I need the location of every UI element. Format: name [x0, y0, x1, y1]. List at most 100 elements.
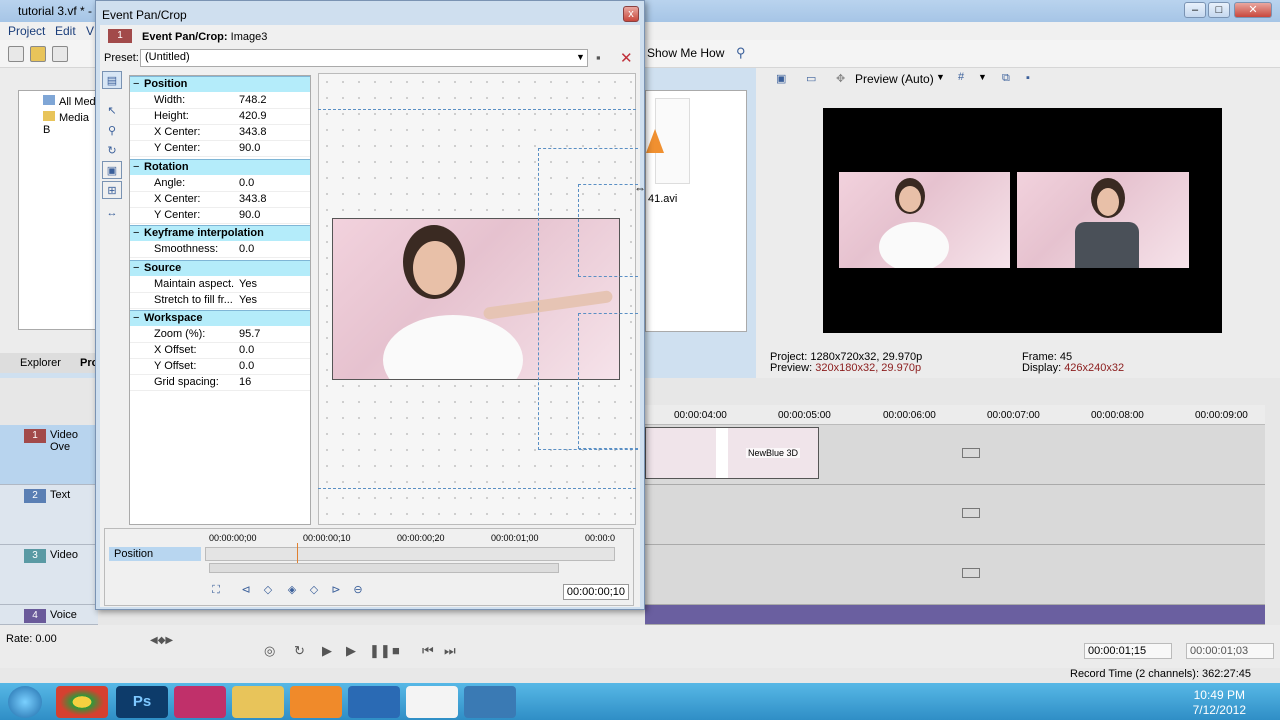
go-to-end-icon[interactable]: ⏭ — [444, 643, 456, 659]
new-icon[interactable] — [8, 46, 24, 62]
record-icon[interactable]: ◎ — [264, 643, 275, 659]
track-lane-2[interactable] — [645, 485, 1265, 545]
play-icon[interactable]: ▶ — [346, 643, 356, 659]
timeline-ruler[interactable] — [645, 405, 1265, 425]
lock-envelopes-icon[interactable]: ⛶ — [209, 583, 223, 597]
explorer-folder-icon[interactable] — [232, 686, 284, 718]
section-keyframe-interpolation[interactable]: Keyframe interpolation — [130, 225, 310, 241]
normal-edit-tool-icon[interactable]: ↖ — [102, 101, 122, 119]
track-header-text[interactable]: 2 Text — [0, 485, 98, 545]
menu-edit[interactable]: Edit — [55, 24, 76, 38]
save-icon[interactable] — [52, 46, 68, 62]
delete-preset-icon[interactable]: ✕ — [620, 49, 633, 67]
tree-item-media-bins[interactable]: Media B — [43, 111, 99, 136]
crop-box-lower[interactable] — [578, 313, 638, 449]
itunes-icon[interactable] — [348, 686, 400, 718]
document-icon[interactable] — [406, 686, 458, 718]
chevron-down-icon[interactable]: ▼ — [936, 72, 945, 82]
media-thumbnail[interactable] — [646, 98, 690, 184]
prop-maintain-aspect[interactable]: Maintain aspect... Yes — [130, 277, 310, 293]
preview-quality-dropdown[interactable]: Preview (Auto) — [855, 72, 934, 86]
maximize-button[interactable]: □ — [1208, 2, 1230, 18]
time-length-field[interactable]: 00:00:01;03 — [1186, 643, 1274, 659]
play-from-start-icon[interactable]: ▶ — [322, 643, 332, 659]
track-lane-voice[interactable] — [645, 605, 1265, 625]
copy-snapshot-icon[interactable]: ⧉ — [1002, 72, 1010, 85]
open-icon[interactable] — [30, 46, 46, 62]
kf-scrollbar[interactable] — [209, 563, 559, 573]
taskbar-clock[interactable]: 10:49 PM 7/12/2012 — [1193, 688, 1246, 718]
menu-project[interactable]: Project — [8, 24, 45, 38]
track-fx-icon[interactable] — [962, 508, 980, 518]
snap-to-grid-icon[interactable]: ▣ — [102, 161, 122, 179]
create-keyframe-icon[interactable]: ◈ — [285, 583, 299, 597]
prop-x-center[interactable]: X Center: 343.8 — [130, 125, 310, 141]
keyframe-lane[interactable] — [205, 547, 615, 561]
track-header-voice[interactable]: 4 Voice — [0, 605, 98, 625]
enable-rotation-icon[interactable]: ↻ — [102, 141, 122, 159]
section-position[interactable]: Position — [130, 76, 310, 92]
zoom-tool-icon[interactable]: ⚲ — [102, 121, 122, 139]
prop-stretch-to-fill[interactable]: Stretch to fill fr... Yes — [130, 293, 310, 309]
prev-keyframe-icon[interactable]: ◇ — [261, 583, 275, 597]
external-monitor-icon[interactable]: ▭ — [806, 72, 816, 85]
prop-zoom[interactable]: Zoom (%): 95.7 — [130, 327, 310, 343]
prop-y-center[interactable]: Y Center: 90.0 — [130, 141, 310, 157]
chevron-down-icon[interactable]: ▼ — [576, 52, 585, 62]
prop-angle[interactable]: Angle: 0.0 — [130, 176, 310, 192]
save-snapshot-icon[interactable]: ▪ — [1026, 72, 1030, 84]
save-preset-icon[interactable]: ▪ — [596, 50, 601, 65]
help-pointer-icon[interactable]: ⚲ — [736, 45, 746, 61]
overlays-grid-icon[interactable]: # — [958, 71, 964, 83]
chrome-icon[interactable] — [56, 686, 108, 718]
preset-dropdown[interactable]: (Untitled) — [140, 49, 588, 67]
keyframe-track-label[interactable]: Position — [109, 547, 201, 561]
stop-icon[interactable]: ■ — [392, 643, 400, 658]
prop-smoothness[interactable]: Smoothness: 0.0 — [130, 242, 310, 258]
menu-view[interactable]: V — [86, 24, 94, 38]
prop-rotation-x-center[interactable]: X Center: 343.8 — [130, 192, 310, 208]
media-player-icon[interactable] — [290, 686, 342, 718]
start-button[interactable] — [8, 686, 42, 718]
prop-y-offset[interactable]: Y Offset: 0.0 — [130, 359, 310, 375]
section-source[interactable]: Source — [130, 260, 310, 276]
dialog-close-button[interactable]: x — [623, 6, 639, 22]
loop-icon[interactable]: ↻ — [294, 643, 305, 659]
pause-icon[interactable]: ❚❚ — [369, 643, 391, 659]
last-keyframe-icon[interactable]: ⊳ — [329, 583, 343, 597]
next-keyframe-icon[interactable]: ◇ — [307, 583, 321, 597]
tab-explorer[interactable]: Explorer — [20, 357, 61, 369]
tree-item-all-media[interactable]: All Medi — [43, 95, 98, 108]
section-rotation[interactable]: Rotation — [130, 159, 310, 175]
chevron-down-icon[interactable]: ▼ — [978, 72, 987, 82]
track-fx-icon[interactable] — [962, 568, 980, 578]
track-fx-icon[interactable] — [962, 448, 980, 458]
go-to-start-icon[interactable]: ⏮ — [422, 643, 434, 659]
keyframe-time-field[interactable]: 00:00:00;10 — [563, 584, 629, 600]
minimize-button[interactable]: – — [1184, 2, 1206, 18]
track-header-video[interactable]: 3 Video — [0, 545, 98, 605]
scale-about-center-icon[interactable]: ↔ — [102, 203, 122, 221]
photoshop-icon[interactable]: Ps — [116, 686, 168, 718]
prop-height[interactable]: Height: 420.9 — [130, 109, 310, 125]
track-lane-3[interactable] — [645, 545, 1265, 605]
app-icon[interactable] — [464, 686, 516, 718]
show-properties-icon[interactable]: ▤ — [102, 71, 122, 89]
prop-x-offset[interactable]: X Offset: 0.0 — [130, 343, 310, 359]
kf-cursor[interactable] — [297, 543, 298, 565]
prop-width[interactable]: Width: 748.2 — [130, 93, 310, 109]
first-keyframe-icon[interactable]: ⊲ — [239, 583, 253, 597]
track-header-video-overlay[interactable]: 1 Video Ove — [0, 425, 98, 485]
crop-box-inner[interactable] — [578, 184, 638, 277]
close-window-button[interactable]: ✕ — [1234, 2, 1272, 18]
timeline-clip[interactable]: NewBlue 3D — [645, 427, 819, 479]
delete-keyframe-icon[interactable]: ⊖ — [351, 583, 365, 597]
time-cursor-field[interactable]: 00:00:01;15 — [1084, 643, 1172, 659]
rate-slider-icon[interactable]: ◀◆▶ — [150, 635, 173, 646]
prop-rotation-y-center[interactable]: Y Center: 90.0 — [130, 208, 310, 224]
section-workspace[interactable]: Workspace — [130, 310, 310, 326]
lock-aspect-icon[interactable]: ⊞ — [102, 181, 122, 199]
prop-grid-spacing[interactable]: Grid spacing: 16 — [130, 375, 310, 391]
vegas-icon[interactable] — [174, 686, 226, 718]
show-me-how-button[interactable]: Show Me How — [647, 46, 724, 60]
